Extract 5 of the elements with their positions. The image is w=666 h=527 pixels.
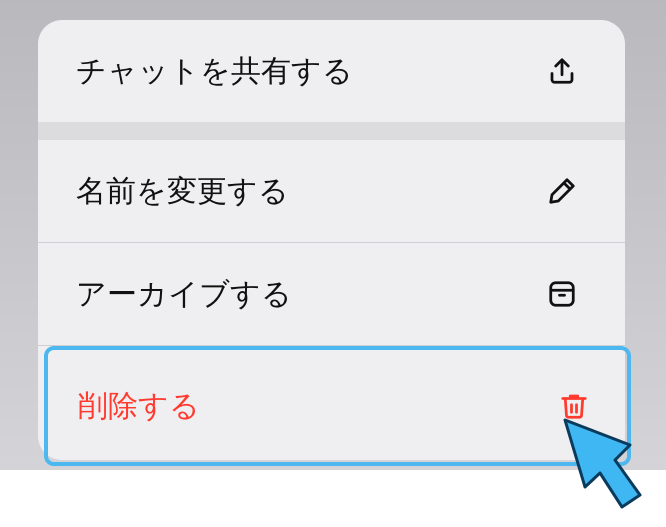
archive-icon [547,279,577,309]
menu-item[interactable]: アーカイブする [38,243,625,345]
menu-item[interactable]: 名前を変更する [38,140,625,242]
pencil-icon [547,176,577,206]
menu-item[interactable]: チャットを共有する [38,20,625,122]
